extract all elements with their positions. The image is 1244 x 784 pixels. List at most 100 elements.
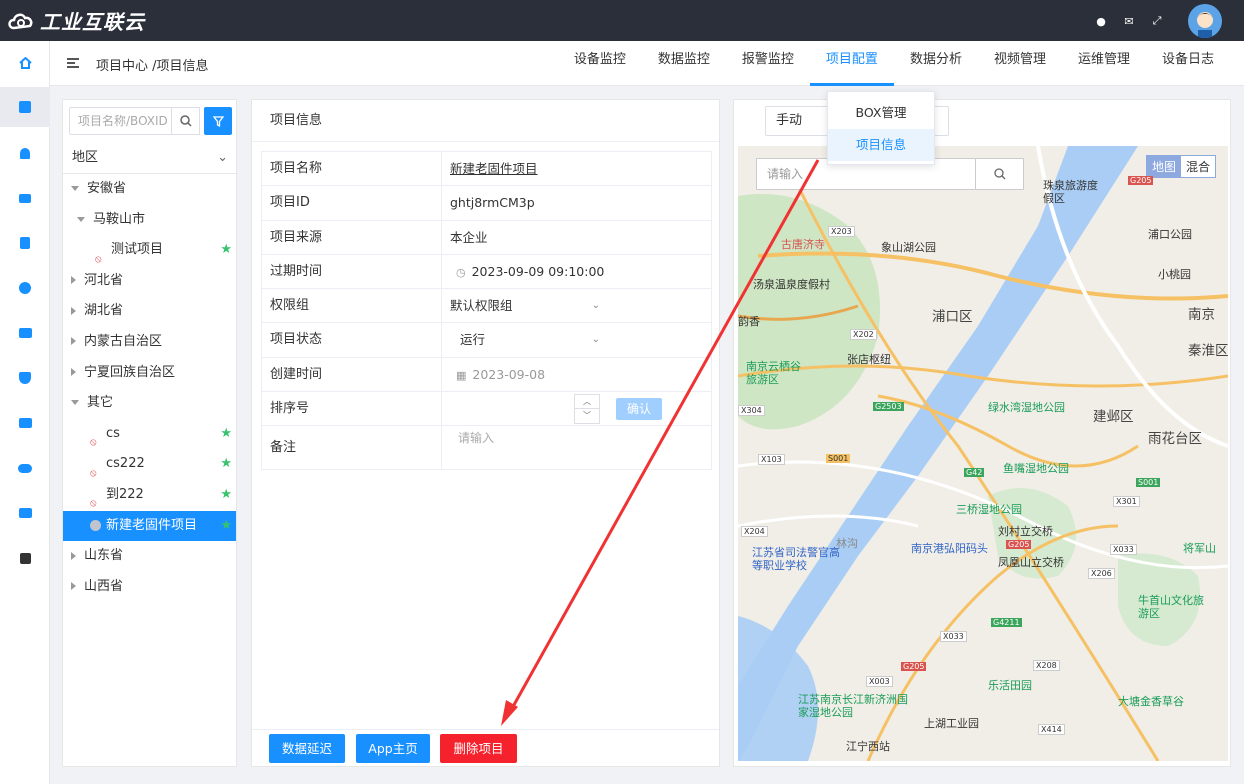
tree-node-cs[interactable]: ⦸ cs ★ bbox=[63, 419, 236, 450]
fullscreen-icon[interactable]: ⤢ bbox=[1150, 14, 1164, 28]
home-icon[interactable] bbox=[0, 43, 50, 83]
permission-group-select[interactable]: 默认权限组 ⌄ bbox=[450, 293, 600, 319]
panel-title: 项目信息 bbox=[252, 100, 719, 142]
expire-time-picker[interactable]: ◷ 2023-09-09 09:10:00 bbox=[442, 254, 712, 289]
expire-time-value: 2023-09-09 09:10:00 bbox=[471, 263, 605, 279]
stepper-down-icon[interactable]: ﹀ bbox=[575, 409, 599, 423]
tab-device-monitor[interactable]: 设备监控 bbox=[558, 41, 642, 86]
map-type-map[interactable]: 地图 bbox=[1146, 156, 1181, 177]
app-home-button[interactable]: App主页 bbox=[356, 734, 430, 763]
region-select[interactable]: 地区 ⌄ bbox=[63, 144, 236, 174]
star-icon[interactable]: ★ bbox=[220, 480, 232, 510]
shield-icon[interactable] bbox=[0, 358, 50, 398]
confirm-button[interactable]: 确认 bbox=[616, 398, 662, 421]
link-broken-icon: ⦸ bbox=[90, 437, 97, 449]
star-icon[interactable]: ★ bbox=[220, 511, 232, 541]
map-label: 象山湖公园 bbox=[881, 241, 936, 254]
map-label: 浦口公园 bbox=[1148, 228, 1192, 241]
clock-icon: ◷ bbox=[456, 265, 466, 279]
tree-node-cs222[interactable]: ⦸ cs222 ★ bbox=[63, 449, 236, 480]
map-label: 古唐济寺 bbox=[781, 238, 825, 251]
tree-node-test-project[interactable]: ⦸ 测试项目 ★ bbox=[63, 235, 236, 266]
app-logo[interactable]: 工业互联云 bbox=[6, 6, 145, 35]
menu-toggle-icon[interactable] bbox=[67, 58, 79, 68]
form-row-source: 项目来源 本企业 bbox=[262, 220, 712, 255]
project-icon[interactable] bbox=[0, 87, 50, 127]
device-settings-icon[interactable] bbox=[0, 403, 50, 443]
tab-ops[interactable]: 运维管理 bbox=[1062, 41, 1146, 86]
grid-icon[interactable] bbox=[0, 538, 50, 578]
menu-item-box-manage[interactable]: BOX管理 bbox=[828, 97, 934, 129]
map-label: 绿水湾湿地公园 bbox=[988, 401, 1065, 414]
search-icon[interactable] bbox=[976, 158, 1024, 190]
map-label: 江宁西站 bbox=[846, 740, 890, 753]
tab-alarm-monitor[interactable]: 报警监控 bbox=[726, 41, 810, 86]
side-nav bbox=[0, 41, 50, 784]
users-icon[interactable] bbox=[0, 448, 50, 488]
project-name-link[interactable]: 新建老固件项目 bbox=[450, 161, 538, 176]
briefcase-icon[interactable] bbox=[0, 493, 50, 533]
map-label: 刘村立交桥 bbox=[998, 525, 1053, 538]
star-icon[interactable]: ★ bbox=[220, 419, 232, 449]
stepper-up-icon[interactable]: ︿ bbox=[575, 395, 599, 410]
tree-label: 到222 bbox=[106, 486, 144, 502]
star-icon[interactable]: ★ bbox=[220, 235, 232, 265]
tree-label: 马鞍山市 bbox=[93, 211, 146, 227]
map-label: 上湖工业园 bbox=[924, 717, 979, 730]
field-label: 项目名称 bbox=[262, 152, 442, 186]
project-info-form: 项目名称 新建老固件项目 项目ID ghtj8rmCM3p 项目来源 本企业 过… bbox=[261, 151, 712, 471]
document-icon[interactable] bbox=[0, 223, 50, 263]
bell-icon[interactable] bbox=[0, 133, 50, 173]
tree-node-other[interactable]: 其它 bbox=[63, 388, 236, 419]
field-label: 备注 bbox=[262, 426, 442, 470]
tree-node-selected-project[interactable]: 新建老固件项目 ★ bbox=[63, 510, 236, 542]
remark-textarea[interactable]: 请输入 bbox=[450, 430, 704, 466]
sort-stepper[interactable]: ︿ ﹀ bbox=[574, 394, 600, 425]
tab-data-analysis[interactable]: 数据分析 bbox=[894, 41, 978, 86]
settings-icon[interactable] bbox=[0, 268, 50, 308]
tree-node-shandong[interactable]: 山东省 bbox=[63, 541, 236, 572]
select-value: 默认权限组 bbox=[450, 298, 513, 314]
tree-node-anhui[interactable]: 安徽省 bbox=[63, 174, 236, 205]
tree-node-neimenggu[interactable]: 内蒙古自治区 bbox=[63, 327, 236, 358]
mail-icon[interactable]: ✉ bbox=[1122, 14, 1136, 28]
tab-project-config[interactable]: 项目配置 bbox=[809, 41, 894, 86]
tree-node-shanxi[interactable]: 山西省 bbox=[63, 572, 236, 603]
tree-node-hubei[interactable]: 湖北省 bbox=[63, 296, 236, 327]
map-label: 汤泉温泉度假村 bbox=[753, 278, 830, 291]
field-label: 创建时间 bbox=[262, 357, 442, 392]
help-icon[interactable]: ● bbox=[1094, 14, 1108, 28]
user-avatar[interactable] bbox=[1188, 4, 1222, 38]
select-value: 运行 bbox=[460, 332, 486, 348]
field-label: 过期时间 bbox=[262, 254, 442, 289]
tree-node-ningxia[interactable]: 宁夏回族自治区 bbox=[63, 358, 236, 389]
tree-node-hebei[interactable]: 河北省 bbox=[63, 266, 236, 297]
map-label: 南京云栖谷旅游区 bbox=[746, 360, 801, 386]
search-icon[interactable] bbox=[172, 107, 200, 135]
menu-item-project-info[interactable]: 项目信息 bbox=[828, 129, 934, 161]
tab-video[interactable]: 视频管理 bbox=[978, 41, 1062, 86]
project-status-select[interactable]: 运行 ⌄ bbox=[460, 327, 600, 353]
map-type-hybrid[interactable]: 混合 bbox=[1180, 156, 1215, 177]
data-delay-button[interactable]: 数据延迟 bbox=[269, 734, 345, 763]
star-icon[interactable]: ★ bbox=[220, 449, 232, 479]
road-badge: X301 bbox=[1113, 496, 1140, 507]
map-label: 南京 bbox=[1188, 307, 1215, 323]
sort-input[interactable] bbox=[450, 392, 570, 422]
road-badge: X204 bbox=[741, 526, 768, 537]
chevron-down-icon: ⌄ bbox=[591, 300, 600, 312]
tree-node-maanshan[interactable]: 马鞍山市 bbox=[63, 205, 236, 236]
tab-device-log[interactable]: 设备日志 bbox=[1146, 41, 1230, 86]
road-badge: X103 bbox=[758, 454, 785, 465]
project-search-input[interactable]: 项目名称/BOXID bbox=[69, 107, 172, 135]
monitor-icon[interactable] bbox=[0, 313, 50, 353]
link-broken-icon: ⦸ bbox=[95, 253, 102, 265]
tree-node-dao222[interactable]: ⦸ 到222 ★ bbox=[63, 480, 236, 511]
map-view[interactable]: 请输入 地图 混合 南京 浦口区 建邺区 雨花台区 秦淮区 古唐济寺 象山湖公园… bbox=[738, 146, 1228, 761]
filter-icon[interactable] bbox=[204, 107, 232, 135]
tab-data-monitor[interactable]: 数据监控 bbox=[642, 41, 726, 86]
delete-project-button[interactable]: 删除项目 bbox=[440, 734, 517, 763]
video-icon[interactable] bbox=[0, 178, 50, 218]
map-label: 雨花台区 bbox=[1148, 431, 1202, 447]
top-bar: 工业互联云 ● ✉ ⤢ bbox=[0, 0, 1244, 41]
